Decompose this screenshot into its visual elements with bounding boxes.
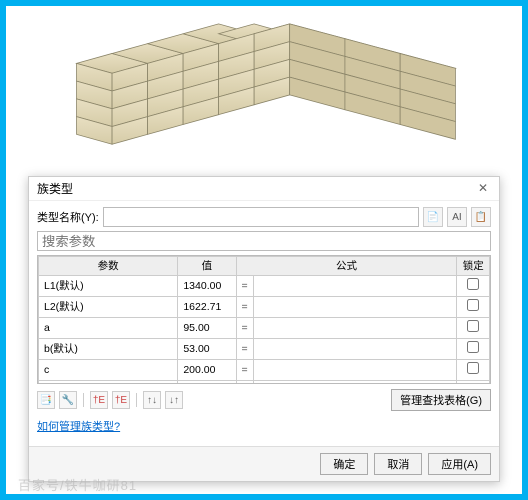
rename-type-icon[interactable]: AI <box>447 207 467 227</box>
lock-checkbox[interactable] <box>467 278 479 290</box>
type-name-label: 类型名称(Y): <box>37 209 99 225</box>
dialog-titlebar: 族类型 ✕ <box>29 177 499 201</box>
brick-wall-preview <box>6 6 522 170</box>
move-down-icon[interactable]: ↓↑ <box>165 391 183 409</box>
new-param-icon[interactable]: 📑 <box>37 391 55 409</box>
type-name-input[interactable] <box>103 207 419 227</box>
table-row[interactable]: b(默认)53.00= <box>39 339 490 360</box>
close-icon[interactable]: ✕ <box>475 181 491 197</box>
table-header: 参数 值 公式 锁定 <box>39 257 490 276</box>
family-types-dialog: 族类型 ✕ 类型名称(Y): 📄 AI 📋 参数 值 <box>28 176 500 482</box>
table-row[interactable]: c200.00= <box>39 360 490 381</box>
remove-param-icon[interactable]: †E <box>112 391 130 409</box>
lock-checkbox[interactable] <box>467 320 479 332</box>
cancel-button[interactable]: 取消 <box>374 453 422 475</box>
param-toolbar: 📑 🔧 †E †E ↑↓ ↓↑ 管理查找表格(G) <box>37 384 491 416</box>
search-input[interactable] <box>37 231 491 251</box>
table-row[interactable]: L1(默认)1340.00= <box>39 276 490 297</box>
new-type-icon[interactable]: 📄 <box>423 207 443 227</box>
manage-param-icon[interactable]: 🔧 <box>59 391 77 409</box>
table-row[interactable]: a95.00= <box>39 318 490 339</box>
delete-type-icon[interactable]: 📋 <box>471 207 491 227</box>
lock-checkbox[interactable] <box>467 362 479 374</box>
parameter-table[interactable]: 参数 值 公式 锁定 L1(默认)1340.00= L2(默认)1622.71=… <box>37 255 491 384</box>
lock-checkbox[interactable] <box>467 299 479 311</box>
help-link[interactable]: 如何管理族类型? <box>37 421 120 433</box>
add-param-icon[interactable]: †E <box>90 391 108 409</box>
manage-lookup-button[interactable]: 管理查找表格(G) <box>391 389 491 411</box>
watermark: 百家号/铁牛咖研81 <box>18 475 137 494</box>
dialog-title: 族类型 <box>37 180 73 197</box>
apply-button[interactable]: 应用(A) <box>428 453 491 475</box>
table-row[interactable]: L2(默认)1622.71= <box>39 297 490 318</box>
lock-checkbox[interactable] <box>467 341 479 353</box>
ok-button[interactable]: 确定 <box>320 453 368 475</box>
move-up-icon[interactable]: ↑↓ <box>143 391 161 409</box>
